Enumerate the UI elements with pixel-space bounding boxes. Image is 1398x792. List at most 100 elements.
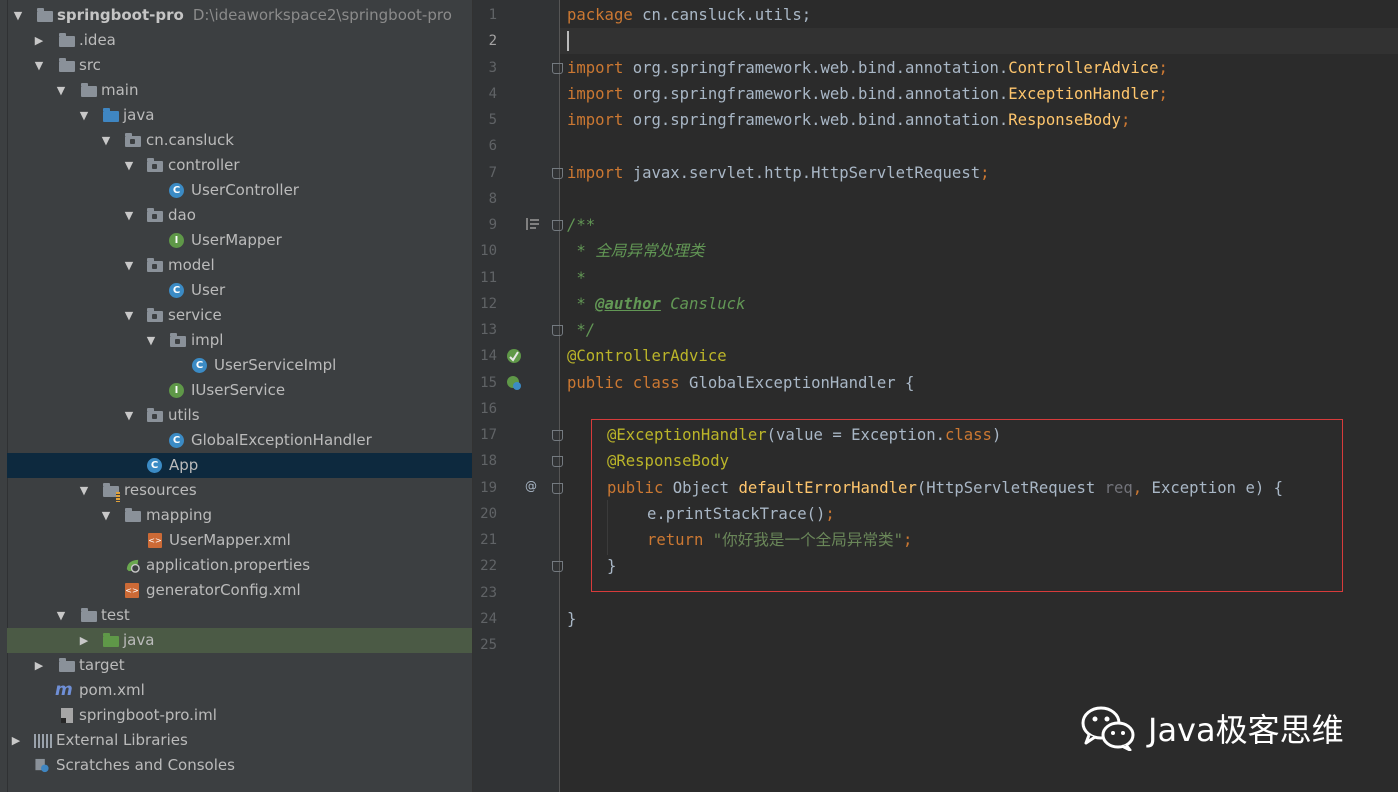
expand-arrow-icon[interactable]: ▼ (145, 328, 157, 353)
tree-item-resources[interactable]: ▼ resources (7, 478, 472, 503)
doc-comment-render-icon[interactable] (526, 218, 540, 230)
expand-arrow-icon[interactable]: ▼ (100, 503, 112, 528)
tree-item-main[interactable]: ▼ main (7, 78, 472, 103)
line-number: 16 (480, 401, 497, 417)
code-line-4: import org.springframework.web.bind.anno… (567, 85, 1168, 103)
tree-item-globalexceptionhandler[interactable]: C GlobalExceptionHandler (7, 428, 472, 453)
spring-bean-icon[interactable] (506, 348, 522, 364)
fold-marker-icon[interactable] (552, 483, 563, 494)
tree-item-controller[interactable]: ▼ controller (7, 153, 472, 178)
line-number: 23 (480, 585, 497, 601)
tree-item-scratches[interactable]: Scratches and Consoles (7, 753, 472, 778)
tree-item-target[interactable]: ▶ target (7, 653, 472, 678)
tree-item-label: service (168, 306, 222, 324)
tree-item-usermapper-xml[interactable]: <> UserMapper.xml (7, 528, 472, 553)
package-icon (147, 158, 163, 172)
package-icon (170, 333, 186, 347)
expand-arrow-icon[interactable]: ▼ (100, 128, 112, 153)
expand-arrow-icon[interactable]: ▼ (123, 403, 135, 428)
fold-marker-icon[interactable] (552, 561, 563, 572)
fold-marker-icon[interactable] (552, 168, 563, 179)
expand-arrow-icon[interactable]: ▼ (33, 53, 45, 78)
spring-boot-class-icon: C (147, 458, 162, 473)
tree-item-cn-cansluck[interactable]: ▼ cn.cansluck (7, 128, 472, 153)
tree-item-src[interactable]: ▼ src (7, 53, 472, 78)
tree-item-java[interactable]: ▼ java (7, 103, 472, 128)
fold-marker-icon[interactable] (552, 220, 563, 231)
libraries-icon (34, 734, 52, 748)
xml-file-icon: <> (125, 583, 139, 598)
tree-item-app[interactable]: C App (7, 453, 472, 478)
folder-icon (59, 33, 75, 47)
expand-arrow-icon[interactable]: ▼ (123, 303, 135, 328)
tree-item-label: GlobalExceptionHandler (191, 431, 372, 449)
folder-icon (59, 658, 75, 672)
tree-item-label: application.properties (146, 556, 311, 574)
tree-item-userserviceimpl[interactable]: C UserServiceImpl (7, 353, 472, 378)
class-icon: C (169, 283, 184, 298)
class-icon: C (169, 183, 184, 198)
package-icon (147, 208, 163, 222)
tree-item-label: mapping (146, 506, 213, 524)
tree-item-test[interactable]: ▼ test (7, 603, 472, 628)
watermark: Java极客思维 (1080, 703, 1344, 753)
line-number: 10 (480, 243, 497, 259)
tree-item-pom-xml[interactable]: m pom.xml (7, 678, 472, 703)
folder-icon (59, 58, 75, 72)
expand-arrow-icon[interactable]: ▼ (78, 478, 90, 503)
expand-arrow-icon[interactable]: ▼ (123, 203, 135, 228)
iml-file-icon (61, 708, 73, 723)
tree-item-label: UserController (191, 181, 299, 199)
tree-item-usermapper[interactable]: I UserMapper (7, 228, 472, 253)
collapse-arrow-icon[interactable]: ▶ (10, 728, 22, 753)
package-icon (125, 133, 141, 147)
fold-marker-icon[interactable] (552, 325, 563, 336)
collapse-arrow-icon[interactable]: ▶ (33, 28, 45, 53)
tree-item-usercontroller[interactable]: C UserController (7, 178, 472, 203)
expand-arrow-icon[interactable]: ▼ (55, 603, 67, 628)
code-line-7: import javax.servlet.http.HttpServletReq… (567, 164, 990, 182)
collapse-arrow-icon[interactable]: ▶ (33, 653, 45, 678)
tree-item-impl[interactable]: ▼ impl (7, 328, 472, 353)
expand-arrow-icon[interactable]: ▼ (123, 253, 135, 278)
tree-item-external-libraries[interactable]: ▶ External Libraries (7, 728, 472, 753)
tree-item-model[interactable]: ▼ model (7, 253, 472, 278)
fold-marker-icon[interactable] (552, 456, 563, 467)
tree-item-iml[interactable]: springboot-pro.iml (7, 703, 472, 728)
line-number: 24 (480, 611, 497, 627)
test-folder-icon (103, 633, 119, 647)
tree-item-iuserservice[interactable]: I IUserService (7, 378, 472, 403)
tree-item-user[interactable]: C User (7, 278, 472, 303)
line-number: 20 (480, 506, 497, 522)
fold-marker-icon[interactable] (552, 430, 563, 441)
tree-item-project-root[interactable]: ▼ springboot-pro D:\ideaworkspace2\spring… (7, 3, 472, 28)
code-line-13: */ (567, 321, 596, 339)
expand-arrow-icon[interactable]: ▼ (55, 78, 67, 103)
implementation-marker-icon[interactable]: @ (525, 479, 537, 493)
tree-item-utils[interactable]: ▼ utils (7, 403, 472, 428)
tree-item-mapping[interactable]: ▼ mapping (7, 503, 472, 528)
spring-properties-icon (126, 559, 140, 573)
watermark-text: Java极客思维 (1148, 711, 1344, 749)
tree-item-test-java[interactable]: ▶ java (7, 628, 472, 653)
tree-item-dao[interactable]: ▼ dao (7, 203, 472, 228)
expand-arrow-icon[interactable]: ▼ (12, 3, 24, 28)
tree-item-label: UserMapper.xml (169, 531, 291, 549)
tree-item-label: utils (168, 406, 200, 424)
tree-item-idea[interactable]: ▶ .idea (7, 28, 472, 53)
spring-bean-class-icon[interactable] (506, 375, 522, 391)
expand-arrow-icon[interactable]: ▼ (78, 103, 90, 128)
highlight-box (591, 419, 1343, 592)
tree-item-label: target (79, 656, 125, 674)
tree-item-generatorconfig-xml[interactable]: <> generatorConfig.xml (7, 578, 472, 603)
module-folder-icon (37, 8, 53, 22)
code-line-3: import org.springframework.web.bind.anno… (567, 59, 1168, 77)
tree-item-service[interactable]: ▼ service (7, 303, 472, 328)
tree-item-label: test (101, 606, 130, 624)
line-number: 6 (488, 138, 497, 154)
code-line-12: * @author Cansluck (567, 295, 746, 313)
collapse-arrow-icon[interactable]: ▶ (78, 628, 90, 653)
tree-item-application-properties[interactable]: application.properties (7, 553, 472, 578)
expand-arrow-icon[interactable]: ▼ (123, 153, 135, 178)
fold-marker-icon[interactable] (552, 63, 563, 74)
